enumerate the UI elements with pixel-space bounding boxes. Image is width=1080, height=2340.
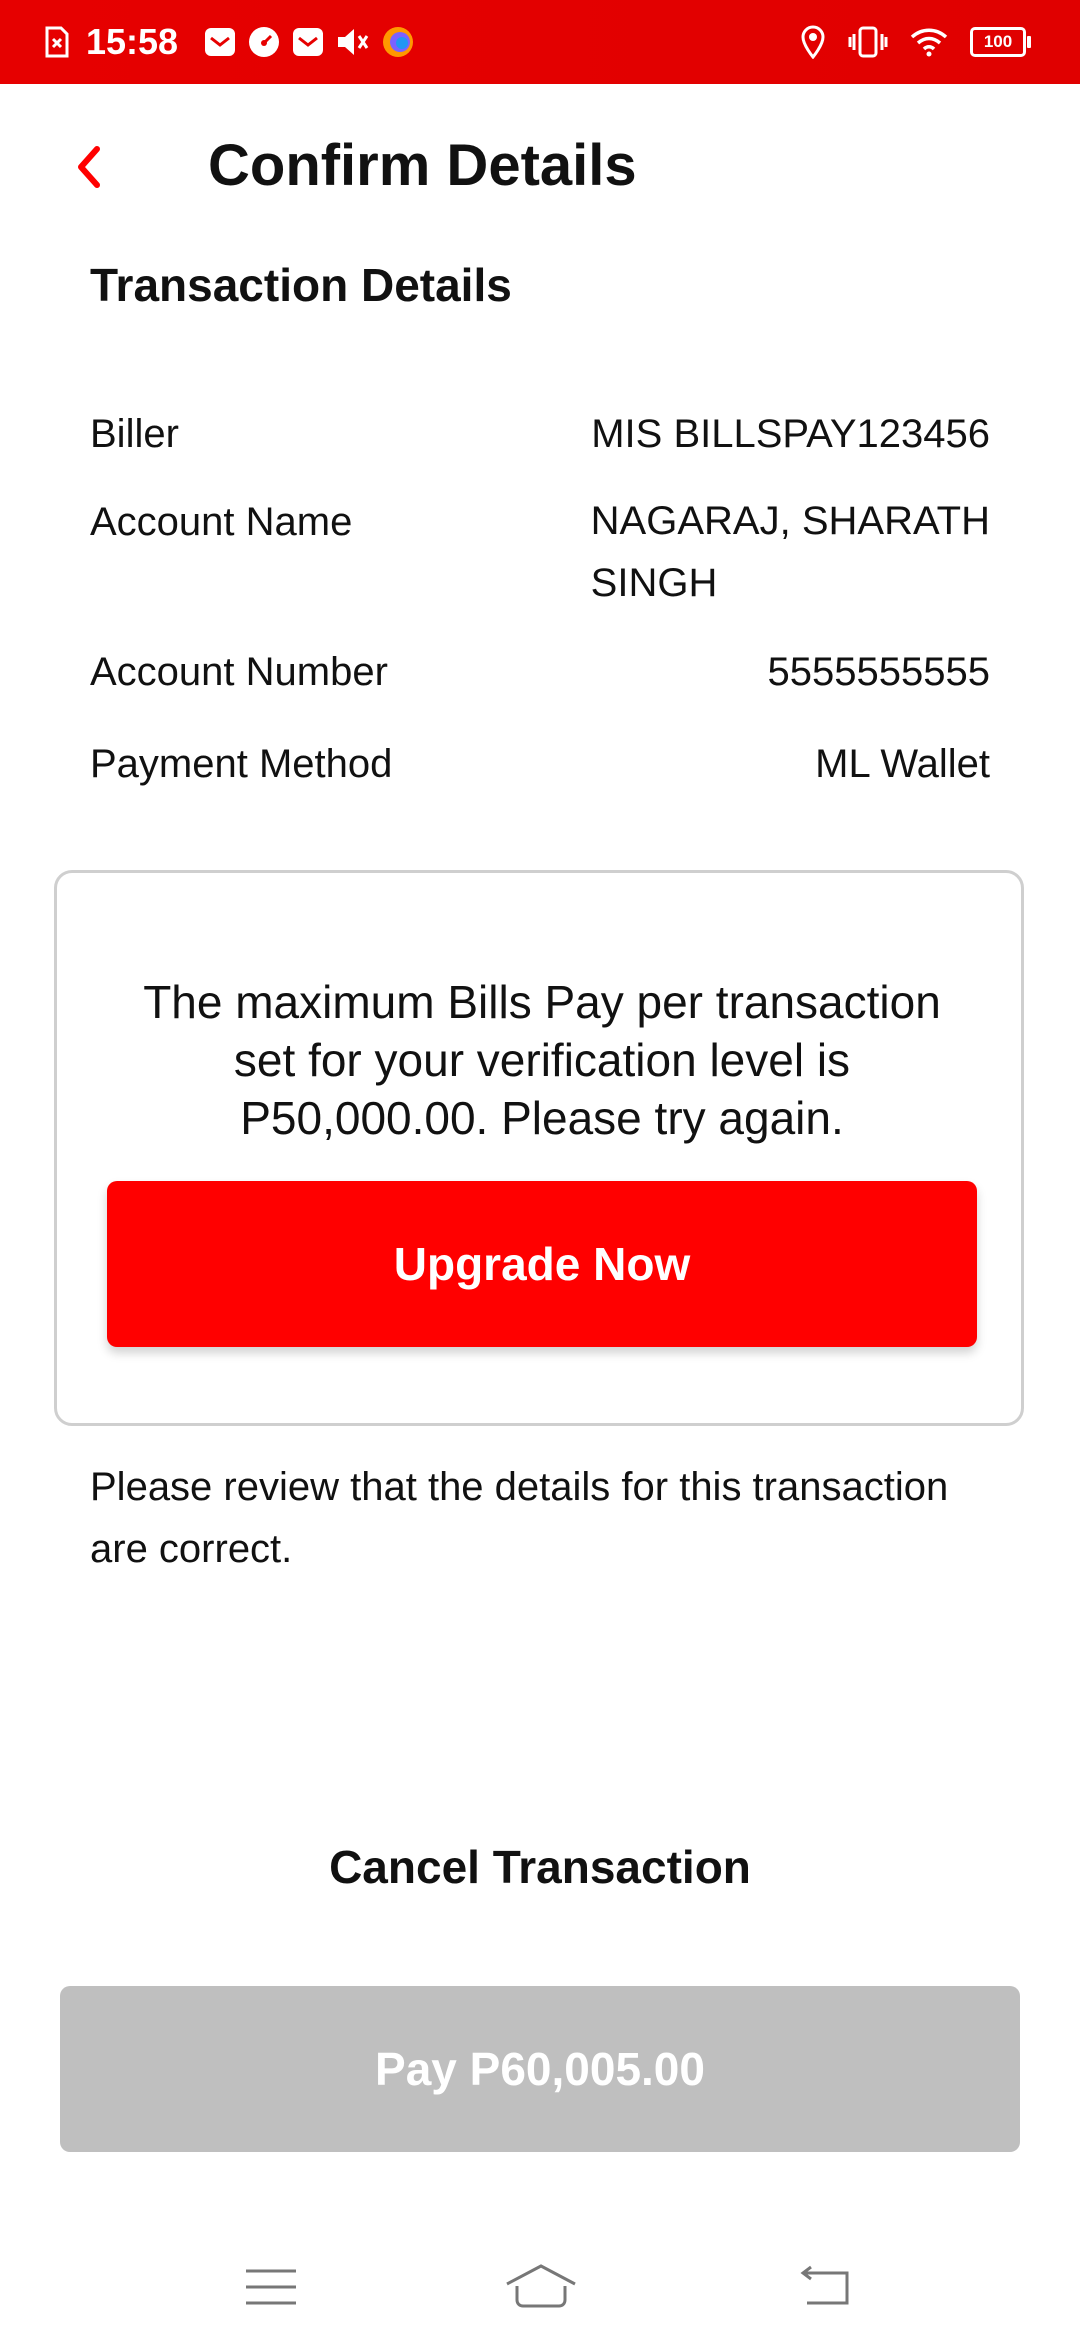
mute-icon (336, 27, 370, 57)
detail-label: Account Name (90, 500, 353, 544)
page-title: Confirm Details (208, 133, 637, 198)
detail-value: NAGARAJ, SHARATH SINGH (591, 490, 990, 614)
mail-icon (204, 27, 236, 57)
status-left: 15:58 (44, 18, 414, 66)
detail-label: Payment Method (90, 742, 393, 786)
status-time: 15:58 (86, 21, 179, 62)
pay-button[interactable]: Pay P60,005.00 (60, 1986, 1020, 2152)
speedometer-icon (248, 26, 280, 58)
sim-error-icon (44, 26, 70, 58)
wifi-icon (910, 27, 948, 57)
back-button[interactable] (62, 142, 116, 196)
detail-value: ML Wallet (815, 742, 990, 786)
app-header: Confirm Details (0, 84, 1080, 254)
account-name-line-2: SINGH (590, 561, 718, 605)
status-bar: 15:58 100 (0, 0, 1080, 84)
browser-icon (382, 26, 414, 58)
location-icon (800, 25, 826, 59)
mail-icon (292, 27, 324, 57)
detail-label: Biller (90, 412, 179, 456)
detail-row-payment-method: Payment Method ML Wallet (90, 742, 990, 834)
detail-row-account-number: Account Number 5555555555 (90, 650, 990, 742)
section-title: Transaction Details (90, 259, 512, 311)
detail-value: 5555555555 (767, 650, 990, 694)
chevron-left-icon (75, 145, 103, 194)
status-right: 100 (800, 18, 1031, 66)
upgrade-now-button[interactable]: Upgrade Now (107, 1181, 977, 1347)
transaction-details: Biller MIS BILLSPAY123456 Account Name N… (90, 412, 990, 834)
detail-row-account-name: Account Name NAGARAJ, SHARATH SINGH (90, 499, 990, 650)
back-icon[interactable] (780, 2252, 870, 2322)
cancel-transaction-button[interactable]: Cancel Transaction (0, 1840, 1080, 1894)
detail-row-biller: Biller MIS BILLSPAY123456 (90, 412, 990, 500)
home-icon[interactable] (496, 2252, 586, 2322)
vibrate-icon (848, 26, 888, 58)
account-name-line-1: NAGARAJ, SHARATH (590, 499, 990, 543)
detail-label: Account Number (90, 650, 388, 694)
menu-icon[interactable] (226, 2252, 316, 2322)
limit-warning-message: The maximum Bills Pay per transaction se… (143, 976, 941, 1144)
limit-warning-card: The maximum Bills Pay per transaction se… (54, 870, 1024, 1426)
review-notice: Please review that the details for this … (90, 1465, 949, 1571)
system-nav-bar (0, 2230, 1080, 2340)
battery-icon: 100 (970, 27, 1031, 57)
detail-value: MIS BILLSPAY123456 (591, 412, 990, 456)
